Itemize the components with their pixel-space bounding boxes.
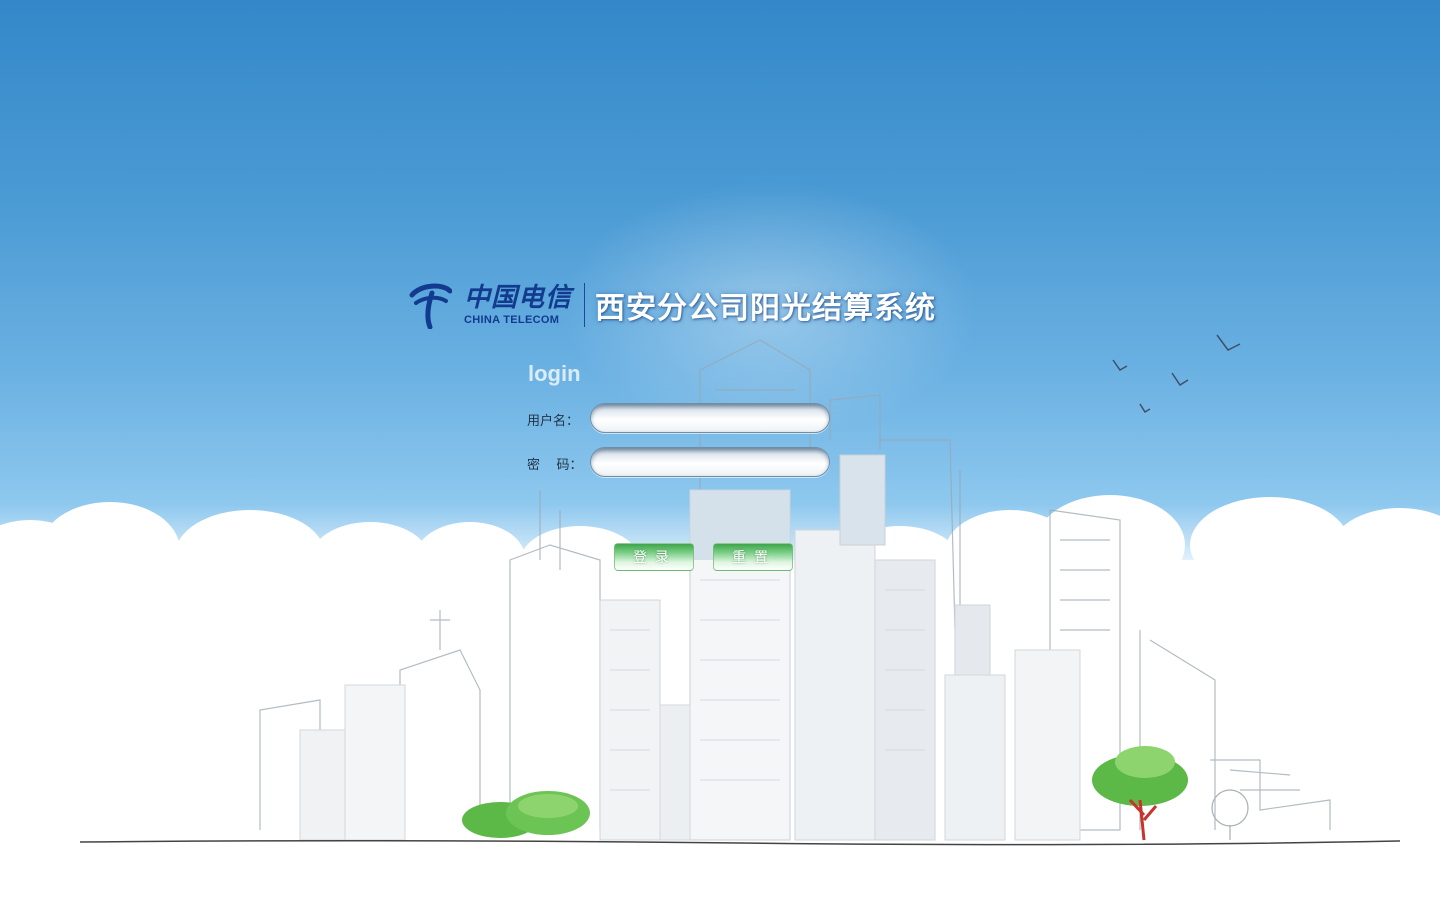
password-label: 密 码： <box>527 458 583 473</box>
ground-line <box>80 839 1400 846</box>
system-title: 西安分公司阳光结算系统 <box>595 291 937 326</box>
header-logo: 中国电信 CHINA TELECOM 西安分公司阳光结算系统 <box>408 280 936 330</box>
brand-name-en: CHINA TELECOM <box>464 313 560 326</box>
login-heading: login <box>528 361 581 386</box>
logo-divider <box>584 283 586 327</box>
reset-button[interactable]: 重置 <box>713 543 793 571</box>
username-label: 用户名： <box>527 414 580 429</box>
username-input[interactable] <box>590 403 830 433</box>
password-input[interactable] <box>590 447 830 477</box>
login-button[interactable]: 登录 <box>614 543 694 571</box>
china-telecom-logo-icon <box>409 283 452 329</box>
brand-name-cn: 中国电信 <box>464 282 573 313</box>
